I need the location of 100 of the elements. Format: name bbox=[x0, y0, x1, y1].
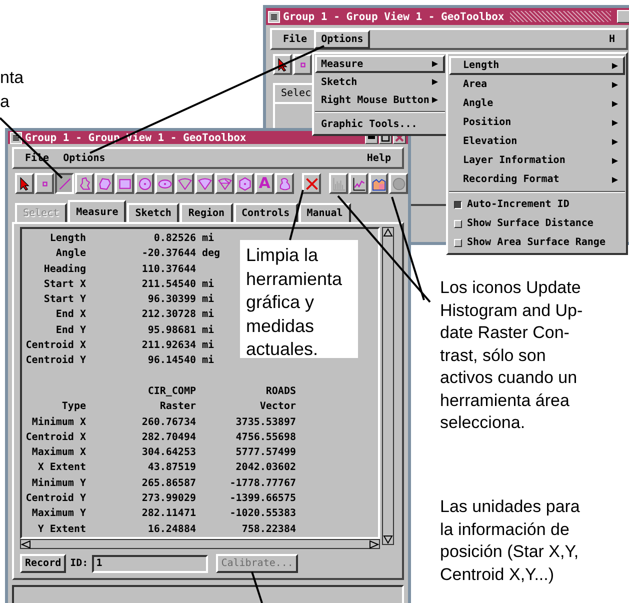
field-label: ID: bbox=[70, 558, 88, 569]
menu-item[interactable]: H bbox=[602, 30, 622, 48]
polygon-icon bbox=[98, 176, 112, 190]
field-value: 260.76734 bbox=[140, 416, 196, 430]
field-value: 273.99029 bbox=[140, 492, 196, 506]
field-value: 282.70494 bbox=[140, 430, 196, 445]
submenu-arrow-icon bbox=[611, 156, 619, 164]
field-value: 265.86587 bbox=[140, 476, 196, 491]
unit-label: mi bbox=[202, 354, 214, 368]
field-label: End X bbox=[54, 308, 86, 322]
menu-item[interactable]: Show Surface Distance bbox=[467, 218, 594, 229]
tool-button[interactable] bbox=[55, 173, 74, 194]
tab[interactable]: Controls bbox=[234, 203, 298, 222]
unit-label: mi bbox=[202, 278, 214, 292]
field-label: Heading bbox=[42, 262, 86, 277]
line-icon bbox=[58, 176, 72, 190]
submenu-arrow-icon bbox=[611, 100, 619, 108]
field-value: 16.24884 bbox=[146, 522, 196, 537]
field-label: Type bbox=[60, 400, 86, 414]
unit-label: mi bbox=[202, 338, 214, 354]
scroll-up-icon[interactable] bbox=[383, 228, 393, 237]
menu-item[interactable]: Elevation bbox=[449, 132, 625, 151]
field-label: Centroid X bbox=[24, 430, 86, 445]
vertical-scrollbar[interactable] bbox=[382, 227, 394, 545]
field-label: Centroid Y bbox=[24, 354, 86, 368]
unit-label: mi bbox=[202, 308, 214, 322]
menu-item[interactable]: Measure bbox=[315, 55, 445, 73]
tab[interactable]: Measure bbox=[68, 200, 126, 222]
tab[interactable]: Sketch bbox=[127, 203, 180, 222]
menu-item[interactable]: Layer Information bbox=[449, 151, 625, 170]
submenu-arrow-icon bbox=[611, 118, 619, 126]
field-label: Minimum X bbox=[30, 416, 86, 430]
menu-item[interactable]: Position bbox=[449, 113, 625, 132]
horizontal-scrollbar[interactable] bbox=[20, 539, 380, 549]
tab[interactable]: Manual bbox=[298, 203, 351, 222]
field-label: End Y bbox=[54, 324, 86, 338]
annotation-text: Las unidades para la información de posición (Star X,Y, Centroid X,Y...) bbox=[440, 496, 580, 586]
annotation-text: nta a bbox=[0, 67, 24, 113]
scroll-down-icon[interactable] bbox=[383, 535, 393, 544]
circle-icon bbox=[392, 176, 406, 190]
leader-line bbox=[251, 572, 263, 603]
field-value: Vector bbox=[258, 400, 296, 414]
callout-text: Limpia la herramienta gráfica y medidas actuales. bbox=[240, 240, 358, 358]
toggle-indicator[interactable] bbox=[454, 200, 462, 208]
menu-item[interactable]: File bbox=[276, 30, 314, 48]
tab[interactable]: Region bbox=[180, 203, 233, 222]
bar-chart-icon bbox=[332, 176, 346, 190]
area-chart-icon bbox=[372, 176, 386, 190]
field-label: Minimum Y bbox=[30, 476, 86, 491]
field-value: 96.30399 bbox=[146, 293, 196, 308]
field-value: 0.82526 bbox=[152, 232, 196, 246]
field-value: -1778.77767 bbox=[228, 476, 296, 491]
submenu-arrow-icon bbox=[431, 96, 439, 104]
field-label: Maximum X bbox=[30, 446, 86, 460]
menu-item[interactable]: Angle bbox=[449, 94, 625, 113]
field-label: Start Y bbox=[42, 293, 86, 308]
annotation-text: Los iconos Update Histogram and Up- date Raster Con- trast, sólo son activos cuando un herramienta área selecciona. bbox=[440, 277, 583, 434]
menu-item[interactable]: Recording Format bbox=[449, 170, 625, 189]
submenu-arrow-icon bbox=[431, 60, 439, 68]
submenu-arrow-icon bbox=[431, 78, 439, 86]
menu-item[interactable]: Help bbox=[360, 148, 398, 168]
scroll-left-icon[interactable] bbox=[21, 540, 31, 549]
field-value: 96.14540 bbox=[146, 354, 196, 368]
ellipse-icon bbox=[158, 176, 172, 190]
field-value: 2042.03602 bbox=[234, 461, 296, 476]
id-field[interactable]: 1 bbox=[92, 554, 208, 572]
scroll-right-icon[interactable] bbox=[369, 540, 379, 549]
menu-item[interactable]: Graphic Tools... bbox=[315, 115, 445, 133]
cross-icon bbox=[304, 176, 318, 190]
field-value: 282.11471 bbox=[140, 507, 196, 522]
unit-label: deg bbox=[202, 247, 220, 262]
field-value: 211.92634 bbox=[140, 339, 196, 354]
field-value: 110.37644 bbox=[140, 262, 196, 277]
line-chart-icon bbox=[352, 176, 366, 190]
text-tool-letter: A bbox=[258, 176, 270, 191]
leader-line bbox=[0, 117, 63, 179]
window-menu-icon[interactable] bbox=[268, 10, 280, 22]
unit-label: mi bbox=[202, 324, 214, 338]
unit-label: mi bbox=[202, 232, 214, 246]
minimize-button[interactable] bbox=[617, 10, 629, 23]
field-label: Start X bbox=[42, 278, 86, 292]
menu-item[interactable]: Options bbox=[56, 148, 112, 168]
leader-line bbox=[289, 190, 304, 240]
minimize-icon bbox=[368, 136, 375, 139]
menu-item[interactable]: Area bbox=[449, 75, 625, 94]
field-label: Length bbox=[48, 232, 86, 246]
segment-icon bbox=[218, 176, 232, 190]
menu-item[interactable]: Auto-Increment ID bbox=[467, 199, 570, 210]
menu-item[interactable]: Length bbox=[449, 56, 625, 75]
field-label: Y Extent bbox=[36, 522, 86, 537]
field-label: Centroid Y bbox=[24, 492, 86, 506]
field-label: Angle bbox=[54, 247, 86, 262]
menu-item[interactable]: Options bbox=[314, 30, 370, 48]
field-value: 3735.53897 bbox=[234, 416, 296, 430]
menu-item[interactable]: Show Area Surface Range bbox=[467, 237, 606, 248]
submenu-arrow-icon bbox=[611, 80, 619, 88]
record-button[interactable]: Record bbox=[20, 554, 66, 573]
field-value: 758.22384 bbox=[240, 522, 296, 537]
polyline-icon bbox=[78, 176, 92, 190]
field-value: 304.64253 bbox=[140, 446, 196, 460]
